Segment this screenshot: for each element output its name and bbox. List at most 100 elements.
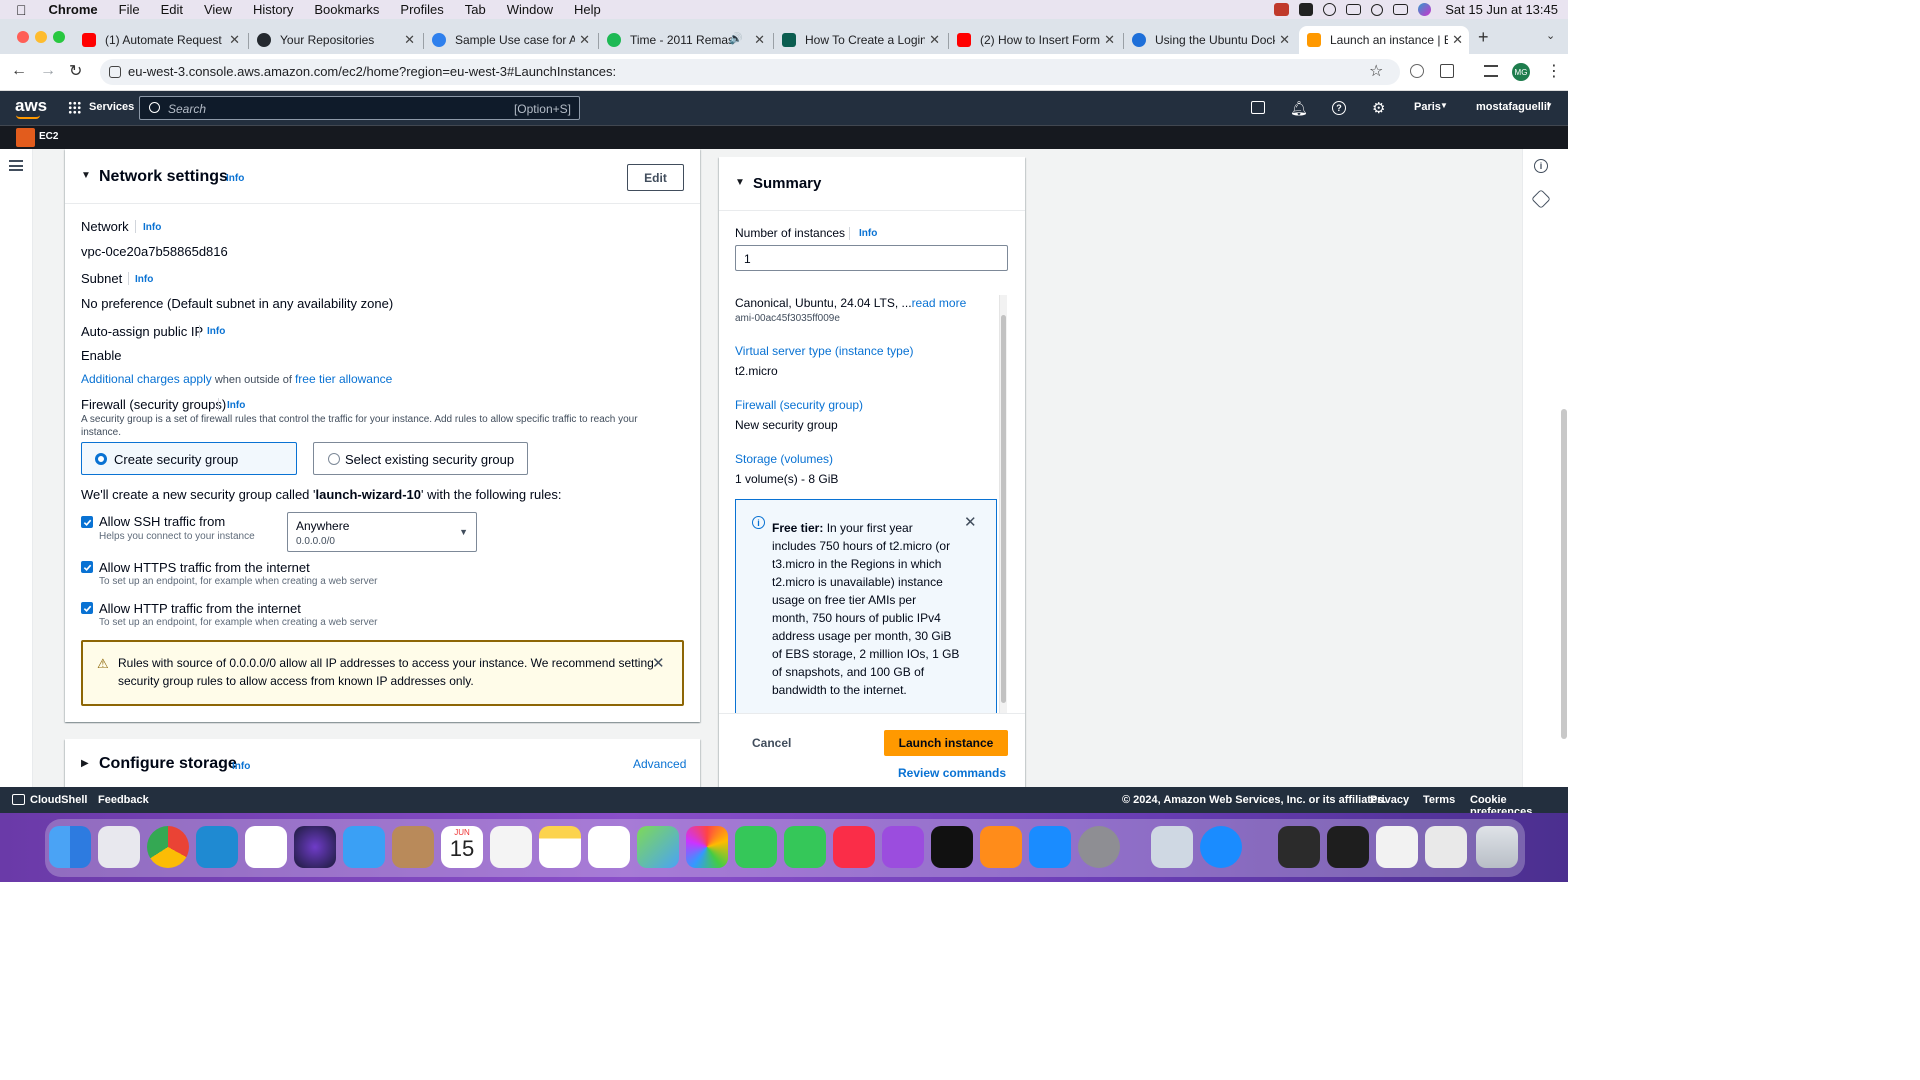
window-zoom-button[interactable] [53,31,65,43]
aws-search-input[interactable]: Search [Option+S] [139,96,580,120]
browser-tab[interactable]: Time - 2011 Remaster 🔊 ✕ [599,26,771,54]
account-caret-icon[interactable]: ▼ [1545,101,1553,110]
menu-history[interactable]: History [253,2,293,17]
tab-close-icon[interactable]: ✕ [579,32,590,48]
menu-app-name[interactable]: Chrome [49,2,98,17]
spotlight-search-icon[interactable] [1371,3,1384,16]
ami-read-more-link[interactable]: read more [912,296,967,310]
menubar-clock[interactable]: Sat 15 Jun at 13:45 [1445,2,1558,17]
browser-tab[interactable]: Using the Ubuntu Docker ✕ [1124,26,1296,54]
radio-selected-icon[interactable] [95,453,107,465]
tab-search-chevron-icon[interactable]: ⌄ [1546,29,1555,42]
firewall-info-link[interactable]: Info [227,400,245,411]
terms-link[interactable]: Terms [1423,794,1455,806]
network-settings-title[interactable]: Network settings [99,168,228,186]
create-security-group-option[interactable]: Create security group [81,442,297,475]
auto-assign-ip-info-link[interactable]: Info [207,326,225,337]
new-tab-plus-icon[interactable]: + [1478,27,1489,48]
subnet-info-link[interactable]: Info [135,274,153,285]
recent-window-thumbnail[interactable] [1278,826,1320,868]
launch-instance-button[interactable]: Launch instance [884,730,1008,756]
mail-icon[interactable] [343,826,385,868]
safari-icon[interactable] [1200,826,1242,868]
services-grid-icon[interactable] [68,101,81,114]
ec2-service-link[interactable]: EC2 [39,131,58,142]
browser-tab[interactable]: (1) Automate Request Fu ✕ [74,26,246,54]
review-commands-link[interactable]: Review commands [898,766,1006,780]
media-controls-icon[interactable] [1484,65,1498,77]
https-checkbox[interactable] [81,561,93,573]
launchpad-icon[interactable] [98,826,140,868]
facetime-icon[interactable] [784,826,826,868]
url-text[interactable]: eu-west-3.console.aws.amazon.com/ec2/hom… [128,64,616,79]
select-caret-icon[interactable]: ▼ [459,527,468,537]
region-caret-icon[interactable]: ▼ [1440,101,1448,110]
menu-tab[interactable]: Tab [465,2,486,17]
number-of-instances-info-link[interactable]: Info [859,228,877,239]
back-arrow-icon[interactable]: ← [11,62,27,80]
menu-profiles[interactable]: Profiles [400,2,443,17]
app-store-icon[interactable] [1029,826,1071,868]
podcasts-icon[interactable] [882,826,924,868]
services-button[interactable]: Services [89,101,134,113]
finder-icon[interactable] [49,826,91,868]
summary-scrollbar-track[interactable] [999,295,1007,715]
freeform-icon[interactable] [490,826,532,868]
http-label[interactable]: Allow HTTP traffic from the internet [99,601,301,616]
advanced-link[interactable]: Advanced [633,757,686,771]
recent-window-thumbnail[interactable] [1376,826,1418,868]
screen-mirror-icon[interactable] [1346,4,1362,15]
summary-title[interactable]: Summary [753,175,821,192]
storage-summary-link[interactable]: Storage (volumes) [735,452,833,466]
contacts-icon[interactable] [392,826,434,868]
window-minimize-button[interactable] [35,31,47,43]
browser-tab[interactable]: Sample Use case for Azu ✕ [424,26,596,54]
window-close-button[interactable] [17,31,29,43]
info-panel-icon[interactable]: i [1534,159,1548,173]
cloudshell-footer-icon[interactable] [12,794,25,805]
vscode-icon[interactable] [196,826,238,868]
browser-tab[interactable]: (2) How to Insert Form D ✕ [949,26,1121,54]
summary-scrollbar-thumb[interactable] [1001,315,1006,703]
instance-type-link[interactable]: Virtual server type (instance type) [735,344,914,358]
free-tier-allowance-link[interactable]: free tier allowance [295,372,392,386]
settings-gear-icon[interactable]: ⚙ [1372,99,1385,117]
tab-close-icon[interactable]: ✕ [929,32,940,48]
menu-window[interactable]: Window [507,2,553,17]
ssh-source-select[interactable]: Anywhere 0.0.0.0/0 ▼ [287,512,477,552]
apple-menu-icon[interactable]:  [16,2,27,18]
menu-view[interactable]: View [204,2,232,17]
select-existing-security-group-option[interactable]: Select existing security group [313,442,528,475]
https-label[interactable]: Allow HTTPS traffic from the internet [99,560,310,575]
apple-tv-icon[interactable] [931,826,973,868]
ec2-service-icon[interactable] [16,128,35,147]
firewall-summary-link[interactable]: Firewall (security group) [735,398,863,412]
books-icon[interactable] [980,826,1022,868]
ssh-label[interactable]: Allow SSH traffic from [99,514,225,529]
photos-icon[interactable] [686,826,728,868]
network-info-link[interactable]: Info [143,222,161,233]
menu-bookmarks[interactable]: Bookmarks [314,2,379,17]
reminders-icon[interactable] [588,826,630,868]
http-checkbox[interactable] [81,602,93,614]
tab-close-icon[interactable]: ✕ [1104,32,1115,48]
reload-icon[interactable]: ↻ [69,61,82,81]
recent-window-thumbnail[interactable] [1327,826,1369,868]
help-icon[interactable]: ? [1332,101,1346,115]
number-of-instances-input[interactable]: 1 [735,245,1008,271]
menu-file[interactable]: File [119,2,140,17]
siri-dock-icon[interactable] [294,826,336,868]
status-notes-icon[interactable] [1299,3,1314,16]
forward-arrow-icon[interactable]: → [40,62,56,80]
tab-close-icon[interactable]: ✕ [404,32,415,48]
site-info-icon[interactable] [109,66,121,78]
tab-close-icon[interactable]: ✕ [1452,32,1463,48]
extensions-icon[interactable] [1440,64,1454,78]
tutorial-panel-icon[interactable] [1531,189,1551,209]
maps-icon[interactable] [637,826,679,868]
notifications-bell-icon[interactable]: 🔔︎ [1290,100,1308,117]
siri-icon[interactable] [1418,3,1432,16]
hamburger-menu-icon[interactable] [9,160,23,171]
system-settings-icon[interactable] [1078,826,1120,868]
radio-unselected-icon[interactable] [328,453,340,465]
